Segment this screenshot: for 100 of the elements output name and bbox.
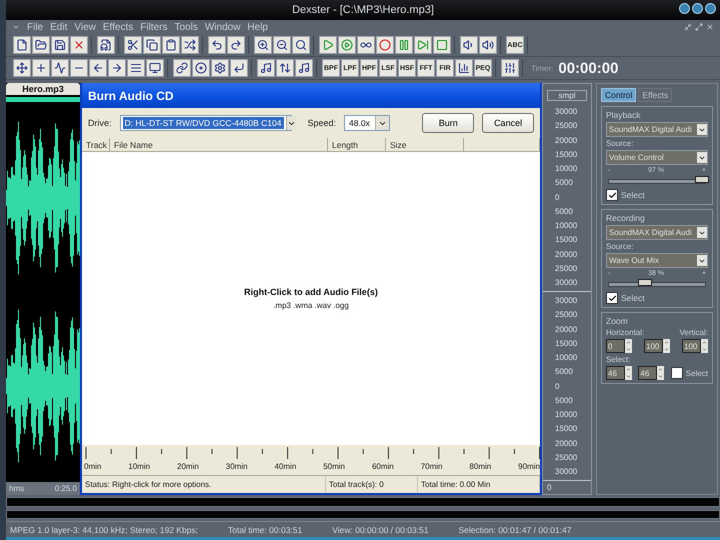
volume-button[interactable]	[479, 36, 497, 54]
burn-button[interactable]: Burn	[422, 113, 474, 133]
zoom-out-button[interactable]	[273, 36, 291, 54]
link-button[interactable]	[173, 59, 191, 77]
column-header[interactable]: Length	[328, 138, 386, 151]
ruler-label: 15000	[555, 150, 578, 159]
window-button[interactable]	[692, 3, 703, 14]
menu-item[interactable]: Window	[204, 22, 240, 32]
menu-item[interactable]: File	[27, 22, 44, 32]
loop-button[interactable]	[357, 36, 375, 54]
note-icon	[260, 62, 272, 74]
ruler-unit: smpl	[547, 90, 587, 101]
menu-item[interactable]: Help	[247, 22, 268, 32]
pulse-icon	[54, 62, 66, 74]
save-button[interactable]	[51, 36, 69, 54]
ruler-label: 25000	[555, 452, 578, 462]
ruler-label: 5000	[555, 396, 574, 405]
slider-thumb[interactable]	[695, 176, 710, 183]
undo-button[interactable]	[208, 36, 226, 54]
dialog-status-text: Total track(s): 0	[326, 476, 418, 493]
checkbox-label: Select	[686, 368, 708, 378]
close-button[interactable]	[70, 36, 88, 54]
sliders-button[interactable]	[501, 59, 519, 77]
pulse-button[interactable]	[51, 59, 69, 77]
pause-button[interactable]	[395, 36, 413, 54]
column-header[interactable]: Track	[82, 138, 110, 151]
group-title: Zoom	[606, 316, 629, 326]
stop-icon	[436, 39, 448, 51]
dialog-status-text: Total time: 0.00 Min	[418, 476, 540, 493]
menu-item[interactable]: View	[74, 22, 96, 32]
panel-tab[interactable]: Control	[601, 88, 636, 102]
disc-button[interactable]	[192, 59, 210, 77]
bars-button[interactable]	[455, 59, 473, 77]
stop-button[interactable]	[433, 36, 451, 54]
window-button[interactable]	[705, 3, 716, 14]
ruler-label: 15000	[555, 338, 578, 348]
cut-button[interactable]	[124, 36, 142, 54]
column-header[interactable]: File Name	[110, 138, 328, 151]
paste-button[interactable]	[162, 36, 180, 54]
play-button[interactable]	[319, 36, 337, 54]
new-file-button[interactable]	[13, 36, 31, 54]
ruler-label: 20000	[555, 324, 578, 334]
up-down-icon	[279, 62, 291, 74]
ruler-label: 5000	[555, 367, 574, 376]
up-down-button[interactable]	[276, 59, 294, 77]
menu-item[interactable]: Effects	[102, 22, 134, 32]
skip-icon	[417, 39, 429, 51]
screen-button[interactable]	[146, 59, 164, 77]
ruler-label: 10000	[555, 353, 578, 362]
folder-button[interactable]	[32, 36, 50, 54]
speaker-button[interactable]	[460, 36, 478, 54]
device-dropdown[interactable]: SoundMAX Digital Audi	[606, 122, 708, 137]
redo-button[interactable]	[227, 36, 245, 54]
search-button[interactable]	[292, 36, 310, 54]
document-tab[interactable]: Hero.mp3	[6, 83, 80, 96]
timeline-label: 90min	[518, 462, 540, 471]
source-dropdown[interactable]: Wave Out Mix	[606, 253, 708, 268]
menu-item[interactable]: Filters	[140, 22, 168, 32]
checkbox-label: Select	[621, 293, 645, 303]
zoom-out-icon	[276, 39, 288, 51]
panel-tab[interactable]: Effects	[638, 88, 672, 102]
arrow-right-button[interactable]	[108, 59, 126, 77]
source-dropdown[interactable]: Volume Control	[606, 150, 708, 165]
arrow-left-button[interactable]	[89, 59, 107, 77]
slider-thumb[interactable]	[638, 279, 652, 286]
checkbox[interactable]	[606, 189, 618, 201]
zoom-in-button[interactable]	[254, 36, 272, 54]
lines-button[interactable]	[127, 59, 145, 77]
skip-button[interactable]	[414, 36, 432, 54]
speed-dropdown[interactable]: 48.0x	[344, 115, 390, 131]
menu-item[interactable]: Edit	[50, 22, 68, 32]
new-file-icon	[16, 39, 28, 51]
cancel-button[interactable]: Cancel	[482, 113, 534, 133]
time-value: 0:25.0	[54, 484, 77, 493]
mix-button[interactable]	[181, 36, 199, 54]
window-button[interactable]	[679, 3, 690, 14]
select-label: Select:	[606, 355, 632, 364]
checkbox[interactable]	[606, 292, 618, 304]
audio-file-button[interactable]	[97, 36, 115, 54]
minus-button[interactable]	[70, 59, 88, 77]
menu-item[interactable]: Tools	[174, 22, 198, 32]
arrows-button[interactable]	[13, 59, 31, 77]
status-text: MPEG 1.0 layer-3: 44,100 kHz; Stereo; 192 Kbps;	[10, 524, 198, 534]
save-icon	[54, 39, 66, 51]
note-button[interactable]	[295, 59, 313, 77]
return-arrow-button[interactable]	[230, 59, 248, 77]
gear-button[interactable]	[211, 59, 229, 77]
column-header[interactable]: Size	[386, 138, 464, 151]
timeline-label: 80min	[469, 462, 492, 471]
plus-button[interactable]	[32, 59, 50, 77]
restore-icon	[695, 23, 703, 31]
group-title: Playback	[606, 110, 642, 120]
device-dropdown[interactable]: SoundMAX Digital Audi	[606, 225, 708, 240]
close-icon	[706, 23, 714, 31]
note-button[interactable]	[257, 59, 275, 77]
checkbox[interactable]	[670, 367, 683, 379]
timeline-label: 0min	[84, 462, 102, 471]
close-icon	[73, 39, 85, 51]
copy-button[interactable]	[143, 36, 161, 54]
record-button[interactable]	[376, 36, 394, 54]
